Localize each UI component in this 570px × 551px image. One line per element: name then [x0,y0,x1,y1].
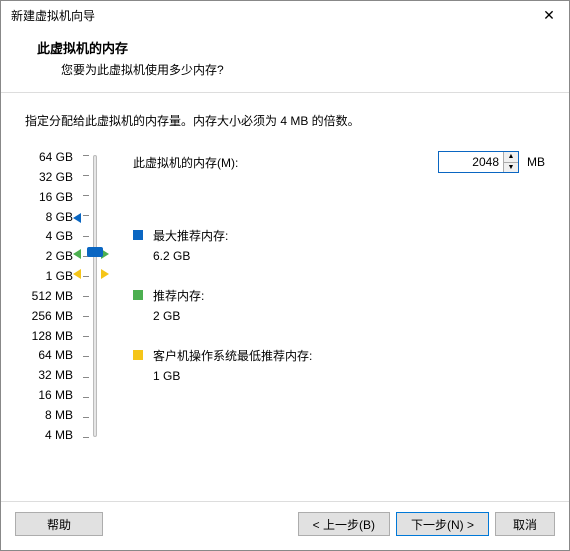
slider-label: 2 GB [25,250,73,262]
slider-label: 8 GB [25,211,73,223]
slider-label: 256 MB [25,310,73,322]
legend-min: 客户机操作系统最低推荐内存: 1 GB [133,347,545,385]
slider-label: 8 MB [25,409,73,421]
spinner-down-icon[interactable]: ▼ [504,163,518,173]
next-button[interactable]: 下一步(N) > [396,512,489,536]
slider-label: 512 MB [25,290,73,302]
instruction-text: 指定分配给此虚拟机的内存量。内存大小必须为 4 MB 的倍数。 [25,112,545,129]
header-title: 此虚拟机的内存 [37,38,545,57]
square-blue-icon [133,230,143,240]
legend-min-value: 1 GB [153,367,312,385]
legend-max-value: 6.2 GB [153,247,228,265]
min-marker-icon [73,269,81,279]
slider-thumb[interactable] [87,247,103,257]
cancel-button[interactable]: 取消 [495,512,555,536]
legend-rec-value: 2 GB [153,307,204,325]
footer: 帮助 < 上一步(B) 下一步(N) > 取消 [1,502,569,550]
legend-max: 最大推荐内存: 6.2 GB [133,227,545,265]
max-marker-icon [73,213,81,223]
memory-label: 此虚拟机的内存(M): [133,154,238,171]
slider-label: 1 GB [25,270,73,282]
help-button[interactable]: 帮助 [15,512,103,536]
window-title: 新建虚拟机向导 [11,7,95,24]
close-icon[interactable]: ✕ [539,7,559,24]
slider-label: 32 MB [25,369,73,381]
content: 指定分配给此虚拟机的内存量。内存大小必须为 4 MB 的倍数。 64 GB 32 … [1,94,569,501]
min-marker-right-icon [101,269,109,279]
legend-rec-label: 推荐内存: [153,287,204,305]
legend-rec: 推荐内存: 2 GB [133,287,545,325]
back-button[interactable]: < 上一步(B) [298,512,390,536]
slider-label: 4 GB [25,230,73,242]
memory-spinner[interactable]: ▲ ▼ [438,151,519,173]
memory-unit: MB [527,155,545,169]
slider-label: 16 GB [25,191,73,203]
memory-input[interactable] [439,152,503,172]
titlebar: 新建虚拟机向导 ✕ [1,1,569,30]
slider-track[interactable] [93,155,97,437]
spinner-up-icon[interactable]: ▲ [504,152,518,163]
wizard-header: 此虚拟机的内存 您要为此虚拟机使用多少内存? [1,30,569,92]
slider-label: 128 MB [25,330,73,342]
legend-min-label: 客户机操作系统最低推荐内存: [153,347,312,365]
rec-marker-icon [73,249,81,259]
slider-label: 4 MB [25,429,73,441]
square-green-icon [133,290,143,300]
slider-label: 16 MB [25,389,73,401]
slider-label: 64 MB [25,349,73,361]
square-yellow-icon [133,350,143,360]
header-subtitle: 您要为此虚拟机使用多少内存? [61,61,545,78]
slider-label: 32 GB [25,171,73,183]
slider-label: 64 GB [25,151,73,163]
memory-slider[interactable]: 64 GB 32 GB 16 GB 8 GB 4 GB 2 GB 1 GB 512 MB 256… [25,151,111,441]
legend-max-label: 最大推荐内存: [153,227,228,245]
